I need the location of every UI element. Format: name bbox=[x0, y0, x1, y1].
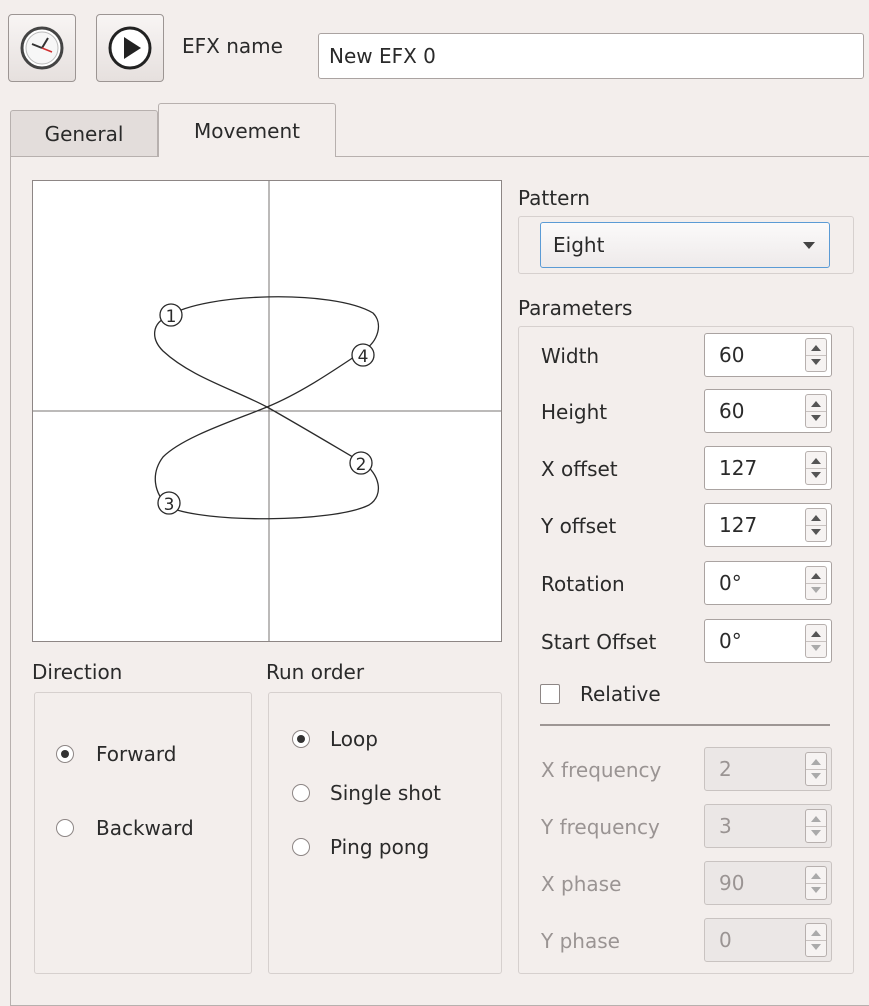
run-order-label: Run order bbox=[266, 660, 365, 684]
direction-label: Direction bbox=[32, 660, 123, 684]
y-phase-label: Y phase bbox=[541, 929, 620, 953]
eight-pattern-path bbox=[154, 296, 380, 520]
preview-point-3: 3 bbox=[157, 491, 181, 515]
efx-name-value: New EFX 0 bbox=[329, 44, 436, 68]
svg-text:2: 2 bbox=[356, 455, 367, 475]
x-phase-stepper[interactable] bbox=[805, 866, 827, 900]
preview-point-2: 2 bbox=[349, 451, 373, 475]
x-frequency-spinbox[interactable]: 2 bbox=[704, 747, 832, 791]
x-frequency-value: 2 bbox=[719, 757, 732, 781]
test-button[interactable] bbox=[96, 14, 164, 82]
x-offset-label: X offset bbox=[541, 457, 618, 481]
height-stepper[interactable] bbox=[805, 394, 827, 428]
x-offset-value: 127 bbox=[719, 456, 758, 480]
svg-text:3: 3 bbox=[164, 495, 175, 515]
rotation-stepper[interactable] bbox=[805, 566, 827, 600]
speed-dial-button[interactable] bbox=[8, 14, 76, 82]
run-order-loop-label: Loop bbox=[330, 727, 378, 751]
y-frequency-stepper[interactable] bbox=[805, 809, 827, 843]
start-offset-value: 0° bbox=[719, 629, 742, 653]
width-value: 60 bbox=[719, 343, 745, 367]
parameters-label: Parameters bbox=[518, 296, 633, 320]
y-offset-value: 127 bbox=[719, 513, 758, 537]
run-order-single-shot-radio[interactable] bbox=[292, 784, 310, 802]
run-order-ping-pong-radio[interactable] bbox=[292, 838, 310, 856]
width-label: Width bbox=[541, 344, 600, 368]
pattern-label: Pattern bbox=[518, 186, 590, 210]
height-spinbox[interactable]: 60 bbox=[704, 389, 832, 433]
y-frequency-value: 3 bbox=[719, 814, 732, 838]
y-offset-label: Y offset bbox=[541, 514, 617, 538]
efx-name-input[interactable]: New EFX 0 bbox=[318, 33, 864, 79]
run-order-loop-radio[interactable] bbox=[292, 730, 310, 748]
clock-icon bbox=[20, 26, 64, 70]
x-offset-stepper[interactable] bbox=[805, 451, 827, 485]
parameters-divider bbox=[540, 724, 830, 726]
direction-backward-radio[interactable] bbox=[56, 819, 74, 837]
y-phase-stepper[interactable] bbox=[805, 923, 827, 957]
x-frequency-stepper[interactable] bbox=[805, 752, 827, 786]
tab-movement[interactable]: Movement bbox=[158, 103, 336, 157]
tab-general[interactable]: General bbox=[10, 110, 158, 156]
svg-text:1: 1 bbox=[166, 307, 177, 327]
x-phase-label: X phase bbox=[541, 872, 622, 896]
preview-point-4: 4 bbox=[351, 343, 375, 367]
relative-label: Relative bbox=[580, 682, 661, 706]
run-order-single-shot-label: Single shot bbox=[330, 781, 442, 805]
direction-forward-radio[interactable] bbox=[56, 745, 74, 763]
rotation-value: 0° bbox=[719, 571, 742, 595]
tab-movement-label: Movement bbox=[194, 118, 300, 143]
pattern-select[interactable]: Eight bbox=[540, 222, 830, 268]
efx-preview-canvas: 1 4 2 3 bbox=[33, 181, 501, 641]
preview-point-1: 1 bbox=[159, 303, 183, 327]
rotation-label: Rotation bbox=[541, 572, 625, 596]
start-offset-spinbox[interactable]: 0° bbox=[704, 619, 832, 663]
pattern-select-value: Eight bbox=[553, 233, 605, 257]
y-phase-spinbox[interactable]: 0 bbox=[704, 918, 832, 962]
efx-name-label: EFX name bbox=[182, 34, 283, 58]
start-offset-stepper[interactable] bbox=[805, 624, 827, 658]
y-frequency-label: Y frequency bbox=[541, 815, 660, 839]
y-offset-stepper[interactable] bbox=[805, 508, 827, 542]
width-spinbox[interactable]: 60 bbox=[704, 333, 832, 377]
start-offset-label: Start Offset bbox=[541, 630, 657, 654]
x-phase-spinbox[interactable]: 90 bbox=[704, 861, 832, 905]
run-order-ping-pong-label: Ping pong bbox=[330, 835, 430, 859]
efx-preview-area: 1 4 2 3 bbox=[32, 180, 502, 642]
tab-general-label: General bbox=[44, 121, 124, 146]
direction-backward-label: Backward bbox=[96, 816, 194, 840]
chevron-down-icon bbox=[803, 242, 815, 249]
width-stepper[interactable] bbox=[805, 338, 827, 372]
x-phase-value: 90 bbox=[719, 871, 745, 895]
svg-text:4: 4 bbox=[358, 347, 369, 367]
y-phase-value: 0 bbox=[719, 928, 732, 952]
x-frequency-label: X frequency bbox=[541, 758, 662, 782]
x-offset-spinbox[interactable]: 127 bbox=[704, 446, 832, 490]
y-frequency-spinbox[interactable]: 3 bbox=[704, 804, 832, 848]
relative-checkbox[interactable] bbox=[540, 684, 560, 704]
y-offset-spinbox[interactable]: 127 bbox=[704, 503, 832, 547]
rotation-spinbox[interactable]: 0° bbox=[704, 561, 832, 605]
height-value: 60 bbox=[719, 399, 745, 423]
play-icon bbox=[108, 26, 152, 70]
height-label: Height bbox=[541, 400, 608, 424]
direction-forward-label: Forward bbox=[96, 742, 177, 766]
